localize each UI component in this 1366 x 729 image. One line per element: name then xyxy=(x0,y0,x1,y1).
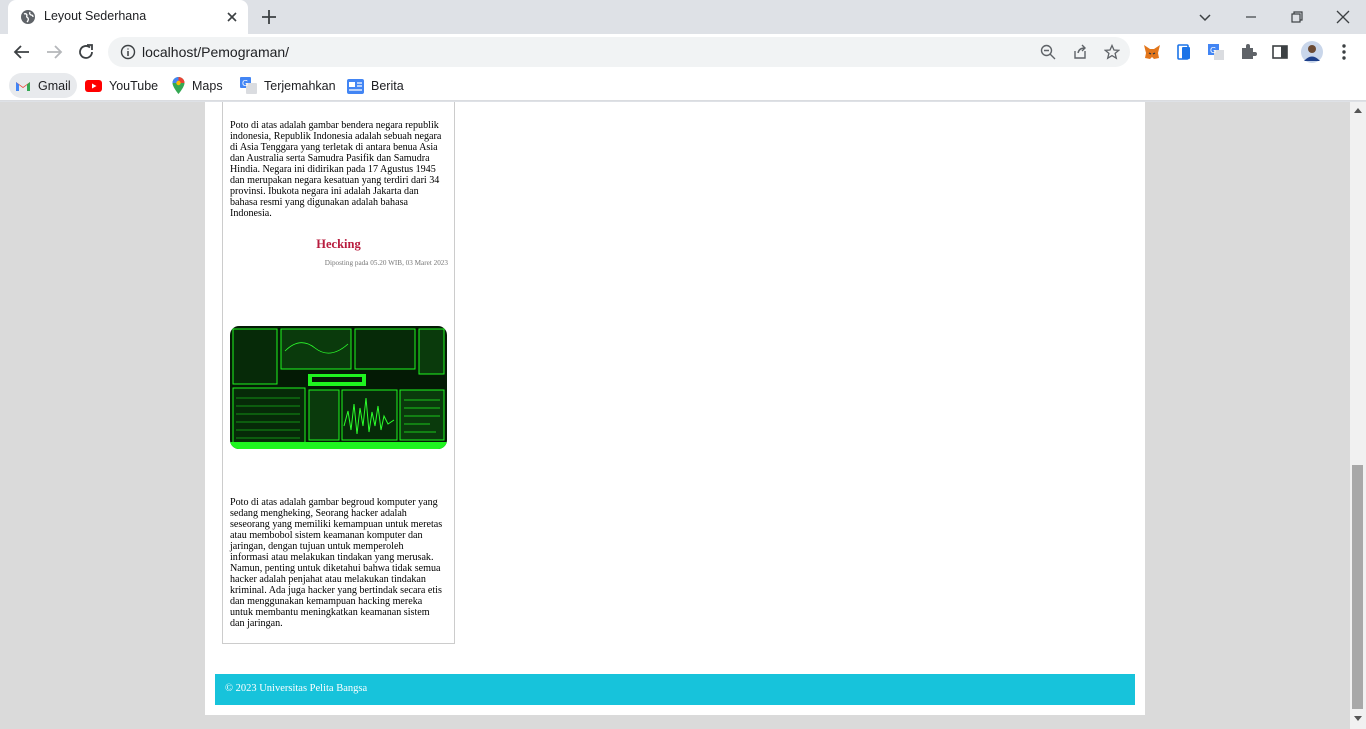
side-panel-icon[interactable] xyxy=(1270,42,1290,62)
bookmark-berita[interactable]: Berita xyxy=(341,73,410,98)
address-bar[interactable]: localhost/Pemograman/ xyxy=(108,37,1130,67)
minimize-icon[interactable] xyxy=(1240,6,1262,28)
translate-icon: G xyxy=(240,77,257,94)
restore-icon[interactable] xyxy=(1286,6,1308,28)
site-info-icon[interactable] xyxy=(120,44,136,60)
close-window-icon[interactable] xyxy=(1332,6,1354,28)
article-paragraph-indonesia: Poto di atas adalah gambar bendera negar… xyxy=(230,120,442,219)
bookmarks-bar: Gmail YouTube Maps G Terjemahkan Berita xyxy=(0,70,1366,101)
bookmark-star-icon[interactable] xyxy=(1104,44,1120,60)
svg-text:G: G xyxy=(242,79,248,88)
bookmark-label: Terjemahkan xyxy=(264,78,336,93)
menu-kebab-icon[interactable] xyxy=(1334,42,1354,62)
new-tab-icon[interactable] xyxy=(260,8,278,26)
footer-text: © 2023 Universitas Pelita Bangsa xyxy=(225,683,368,694)
page-viewport: Poto di atas adalah gambar bendera negar… xyxy=(0,102,1350,729)
doc-extension-icon[interactable] xyxy=(1174,42,1194,62)
tab-title: Leyout Sederhana xyxy=(44,9,147,23)
bookmark-gmail[interactable]: Gmail xyxy=(9,73,77,98)
bookmark-youtube[interactable]: YouTube xyxy=(79,73,164,98)
browser-tab[interactable]: Leyout Sederhana xyxy=(8,0,248,34)
scroll-up-arrow-icon[interactable] xyxy=(1354,108,1362,113)
vertical-scrollbar[interactable] xyxy=(1350,102,1366,729)
article-date: Diposting pada 05.20 WIB, 03 Maret 2023 xyxy=(324,259,448,267)
url-text: localhost/Pemograman/ xyxy=(142,44,290,60)
back-icon[interactable] xyxy=(12,42,32,62)
forward-icon[interactable] xyxy=(44,42,64,62)
hacker-screen-image xyxy=(230,326,447,449)
youtube-icon xyxy=(85,79,102,92)
share-icon[interactable] xyxy=(1072,44,1088,60)
bookmark-label: YouTube xyxy=(109,78,159,93)
gmail-icon xyxy=(16,81,30,91)
reload-icon[interactable] xyxy=(76,42,96,62)
globe-icon xyxy=(21,10,35,24)
zoom-icon[interactable] xyxy=(1040,44,1056,60)
bookmark-terjemahkan[interactable]: G Terjemahkan xyxy=(234,73,342,98)
bookmark-label: Maps xyxy=(192,78,223,93)
scrollbar-thumb[interactable] xyxy=(1352,465,1363,709)
news-icon xyxy=(347,78,364,94)
article-column: Poto di atas adalah gambar bendera negar… xyxy=(222,102,455,644)
metamask-icon[interactable] xyxy=(1142,42,1162,62)
tab-strip: Leyout Sederhana xyxy=(0,0,1366,34)
bookmark-label: Berita xyxy=(371,78,404,93)
translate-extension-icon[interactable]: G xyxy=(1206,42,1226,62)
tab-search-icon[interactable] xyxy=(1194,6,1216,28)
extensions-puzzle-icon[interactable] xyxy=(1238,42,1258,62)
svg-text:G: G xyxy=(1210,46,1216,55)
close-tab-icon[interactable] xyxy=(224,9,240,25)
scroll-down-arrow-icon[interactable] xyxy=(1354,716,1362,721)
maps-icon xyxy=(172,77,185,94)
article-paragraph-hacker: Poto di atas adalah gambar begroud kompu… xyxy=(230,497,443,629)
page-container: Poto di atas adalah gambar bendera negar… xyxy=(205,102,1145,715)
page-footer: © 2023 Universitas Pelita Bangsa xyxy=(215,674,1135,705)
bookmark-label: Gmail xyxy=(38,78,71,93)
bookmark-maps[interactable]: Maps xyxy=(166,73,229,98)
article-title: Hecking xyxy=(316,237,361,251)
profile-avatar-icon[interactable] xyxy=(1301,41,1323,63)
